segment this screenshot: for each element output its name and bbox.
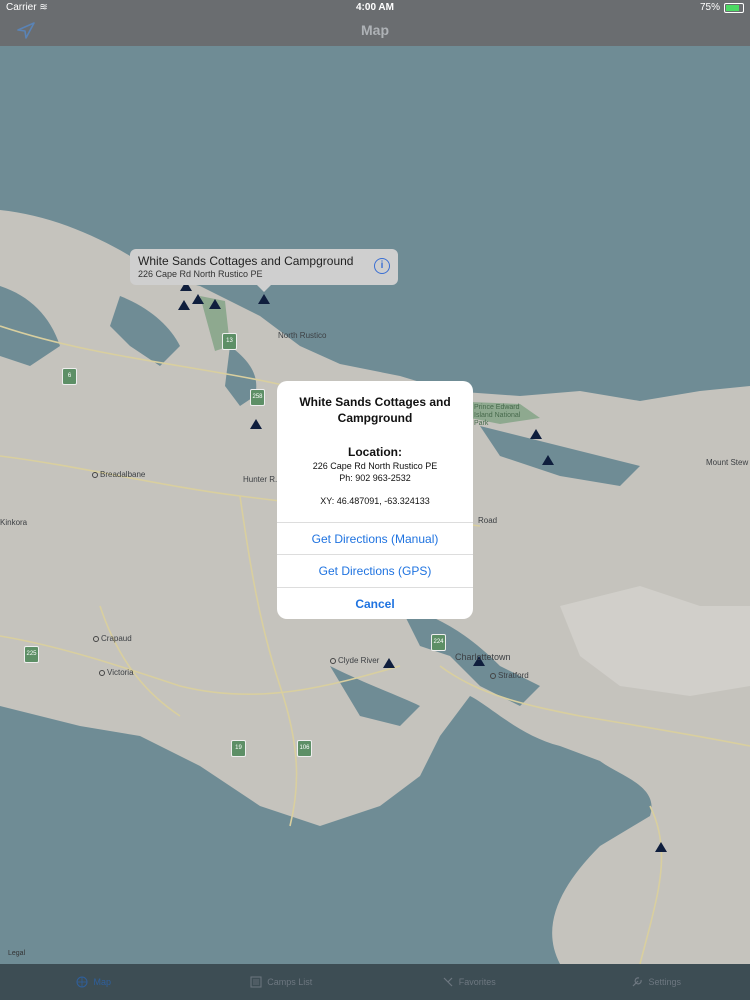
tab-label: Camps List (267, 977, 313, 987)
place-name: Victoria (107, 668, 134, 677)
tab-label: Favorites (458, 977, 496, 987)
campground-pin[interactable] (178, 300, 190, 310)
tools-icon (443, 977, 453, 987)
clock: 4:00 AM (356, 2, 394, 13)
place-label: Breadalbane (92, 470, 145, 479)
location-label: Location: (348, 445, 402, 459)
phone-text: Ph: 902 963-2532 (339, 473, 411, 483)
park-label: Prince Edward Island National Park (474, 404, 530, 428)
route-shield: 106 (297, 740, 312, 757)
callout-title: White Sands Cottages and Campground (138, 254, 354, 268)
route-shield: 13 (222, 333, 237, 350)
place-label: Stratford (490, 671, 529, 680)
campground-pin[interactable] (655, 842, 667, 852)
place-name: Clyde River (338, 656, 380, 665)
place-name: Crapaud (101, 634, 132, 643)
campground-pin[interactable] (542, 455, 554, 465)
place-label: North Rustico (278, 331, 326, 340)
list-icon (250, 976, 262, 988)
directions-gps-button[interactable]: Get Directions (GPS) (277, 554, 473, 587)
tab-map[interactable]: Map (0, 964, 188, 1000)
tab-favorites[interactable]: Favorites (375, 964, 563, 1000)
place-name: Stratford (498, 671, 529, 680)
place-name: Charlottetown (455, 652, 511, 662)
callout-subtitle: 226 Cape Rd North Rustico PE (138, 269, 263, 279)
campground-detail-alert: White Sands Cottages and Campground Loca… (277, 381, 473, 619)
route-shield: 19 (231, 740, 246, 757)
place-label: Hunter R. (243, 475, 277, 484)
route-shield: 225 (24, 646, 39, 663)
map-callout[interactable]: White Sands Cottages and Campground 226 … (130, 249, 398, 292)
navigation-bar: Map (0, 16, 750, 46)
campground-pin[interactable] (192, 294, 204, 304)
legal-link[interactable]: Legal (8, 950, 25, 957)
tab-camps-list[interactable]: Camps List (188, 964, 376, 1000)
cancel-button[interactable]: Cancel (277, 587, 473, 619)
tab-settings[interactable]: Settings (563, 964, 750, 1000)
campground-pin[interactable] (258, 294, 270, 304)
battery-status: 75% (700, 2, 744, 13)
battery-icon (724, 2, 744, 13)
campground-pin[interactable] (383, 658, 395, 668)
wrench-icon (633, 977, 643, 987)
campground-pin[interactable] (530, 429, 542, 439)
place-label: Charlottetown (455, 652, 511, 662)
alert-title: White Sands Cottages and Campground (299, 395, 451, 425)
place-label: Road (478, 516, 497, 525)
info-icon[interactable]: i (374, 258, 390, 274)
place-name: Hunter R. (243, 475, 278, 484)
tab-label: Map (93, 977, 111, 987)
place-label: Victoria (99, 668, 134, 677)
status-bar: Carrier ≋ 4:00 AM 75% (0, 0, 750, 16)
place-name: Road (478, 516, 498, 525)
place-name: North Rustico (278, 331, 327, 340)
address-text: 226 Cape Rd North Rustico PE (312, 461, 438, 471)
place-label: Crapaud (93, 634, 132, 643)
campground-pin[interactable] (209, 299, 221, 309)
place-name: Kinkora (0, 518, 28, 527)
campground-pin[interactable] (250, 419, 262, 429)
place-label: Mount Stew (706, 458, 748, 467)
tab-label: Settings (648, 977, 682, 987)
directions-manual-button[interactable]: Get Directions (Manual) (277, 522, 473, 555)
route-shield: 6 (62, 368, 77, 385)
place-name: Mount Stew (706, 458, 749, 467)
place-label: Clyde River (330, 656, 379, 665)
route-shield: 224 (431, 634, 446, 651)
battery-percent: 75% (699, 2, 720, 13)
globe-icon (76, 976, 88, 988)
tab-bar: Map Camps List Favorites Settings (0, 964, 750, 1000)
route-shield: 258 (250, 389, 265, 406)
place-label: Kinkora (0, 518, 27, 527)
nav-title: Map (361, 22, 389, 38)
place-name: Breadalbane (100, 470, 146, 479)
park-name: Prince Edward Island National Park (474, 404, 521, 427)
coordinates-text: XY: 46.487091, -63.324133 (320, 496, 430, 506)
